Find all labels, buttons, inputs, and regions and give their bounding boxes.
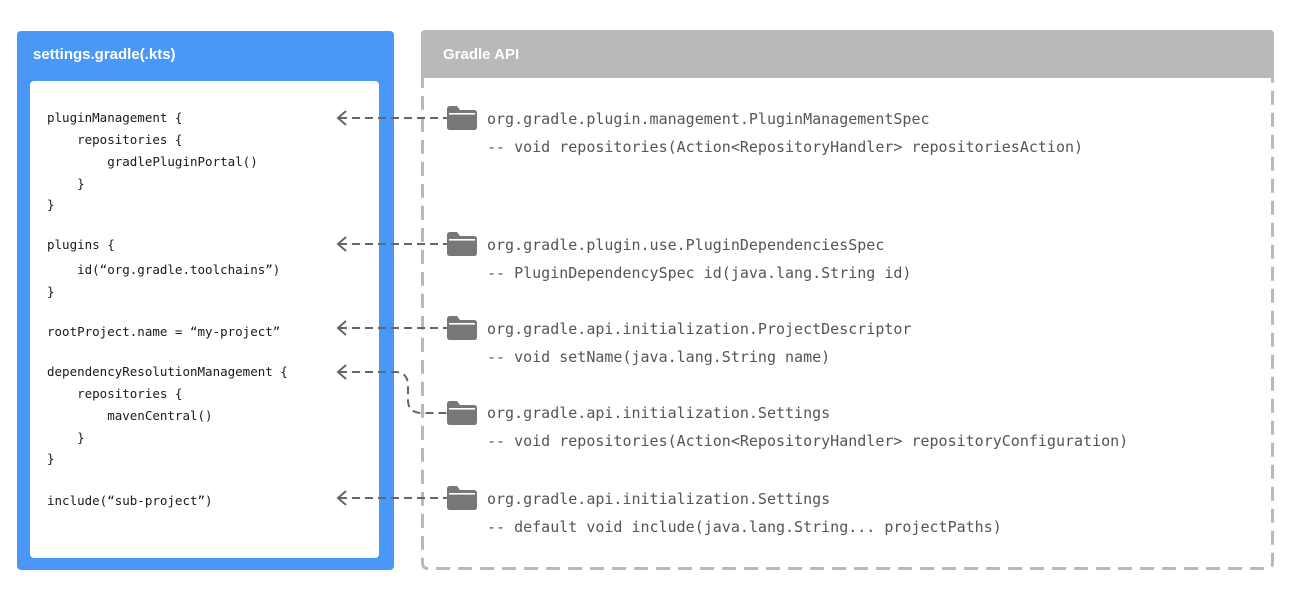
api-entry-type: org.gradle.api.initialization.Settings [487,490,831,508]
api-entry-type: org.gradle.plugin.use.PluginDependencies… [487,236,885,254]
api-entry-method: -- void repositories(Action<RepositoryHa… [487,138,1084,156]
connector-arrow [336,236,455,252]
connector-arrow [336,320,455,336]
connector-arrow [336,110,455,126]
folder-icon [447,106,477,130]
api-entry-type: org.gradle.api.initialization.Settings [487,404,831,422]
folder-icon [447,316,477,340]
connector-arrow [336,364,455,414]
api-entry-type: org.gradle.api.initialization.ProjectDes… [487,320,912,338]
folder-icon [447,232,477,256]
folder-icon [447,486,477,510]
folder-icon [447,401,477,425]
api-entry-method: -- default void include(java.lang.String… [487,518,1002,536]
connector-arrow [336,490,455,506]
api-entry-type: org.gradle.plugin.management.PluginManag… [487,110,930,128]
api-entry-method: -- void repositories(Action<RepositoryHa… [487,432,1129,450]
api-entry-method: -- void setName(java.lang.String name) [487,348,831,366]
api-entry-method: -- PluginDependencySpec id(java.lang.Str… [487,264,912,282]
